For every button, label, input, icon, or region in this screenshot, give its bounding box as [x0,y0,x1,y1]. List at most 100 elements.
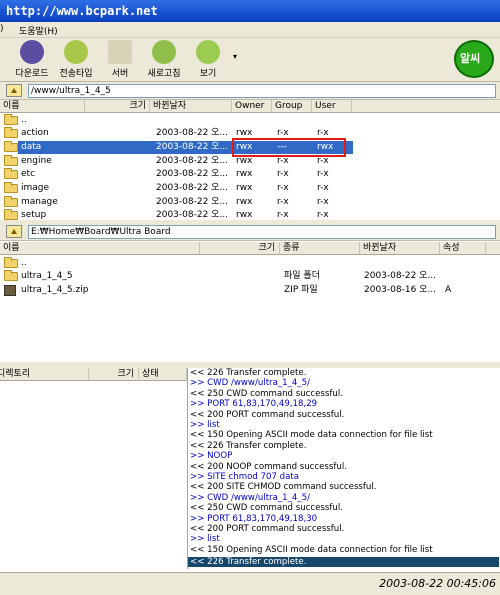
zip-file-icon [4,285,16,296]
folder-icon [4,114,18,125]
log-line-selected: << 226 Transfer complete. [188,557,499,568]
file-date: 2003-08-22 오... [156,197,229,207]
local-file-row[interactable]: ultra_1_4_5.zip ZIP 파일 2003-08-16 오... A [0,284,500,297]
log-line: << 226 Transfer complete. [190,368,307,378]
log-line: << 150 Opening ASCII mode data connectio… [190,430,433,441]
remote-col-size[interactable]: 크기 [85,100,150,113]
local-list-header: 이름 크기 종류 바뀐날자 속성 [0,242,500,255]
folder-icon [4,127,18,138]
toolbar: 다운로드 전송타입 서버 새로고침 보기 ▾ [0,38,500,82]
file-group-perm: r-x [277,183,289,193]
download-label: 다운로드 [15,69,49,79]
transfer-type-label: 전송타입 [59,69,93,79]
local-up-folder-icon[interactable] [6,225,22,238]
logo-text: 알씨 [460,52,481,65]
remote-col-name[interactable]: 이름 [0,100,85,113]
view-icon [196,40,220,64]
file-date: 2003-08-22 오... [156,128,229,138]
file-name: engine [21,156,52,166]
file-name: setup [21,210,47,220]
folder-icon [4,182,18,193]
remote-col-user[interactable]: User [312,100,352,113]
remote-up-folder-icon[interactable] [6,84,22,97]
file-user-perm: r-x [317,210,329,220]
local-col-type[interactable]: 종류 [280,242,360,255]
window-title: http://www.bcpark.net [6,4,158,18]
queue-col-status[interactable]: 상태 [139,368,187,381]
menu-bar: ) 도움말(H) [0,22,500,38]
menu-partial[interactable]: ) [0,24,4,34]
folder-icon [4,168,18,179]
local-col-name[interactable]: 이름 [0,242,200,255]
local-path-input[interactable]: E:₩Home₩Board₩Ultra Board [28,225,496,239]
ftp-log[interactable]: << 226 Transfer complete. >> CWD /www/ul… [187,368,500,569]
download-icon [20,40,44,64]
log-line: >> PORT 61,83,170,49,18,30 [190,513,318,524]
refresh-button[interactable]: 새로고침 [142,40,186,80]
file-type: 파일 폴더 [284,271,320,281]
remote-col-date[interactable]: 바뀐날자 [150,100,232,113]
view-button[interactable]: 보기 [186,40,230,80]
log-line: >> list [190,534,220,545]
file-date: 2003-08-22 오... [156,169,229,179]
queue-list[interactable] [0,381,187,569]
file-date: 2003-08-22 오... [156,210,229,220]
file-name: ultra_1_4_5.zip [21,285,89,295]
folder-icon [4,209,18,220]
file-name: action [21,128,49,138]
title-bar: http://www.bcpark.net [0,0,500,22]
queue-col-dir[interactable]: 디렉토리 [0,368,89,381]
local-col-attr[interactable]: 속성 [440,242,486,255]
log-line: << 150 Opening ASCII mode data connectio… [190,544,433,555]
file-group-perm: r-x [277,169,289,179]
view-label: 보기 [199,69,217,79]
server-icon [108,40,132,64]
file-date: 2003-08-22 오... [364,271,437,281]
queue-col-size[interactable]: 크기 [89,368,139,381]
server-button[interactable]: 서버 [98,40,142,80]
file-name: etc [21,169,36,179]
file-name: ultra_1_4_5 [21,271,73,281]
remote-file-row[interactable]: etc 2003-08-22 오... rwx r-x r-x [0,168,500,181]
log-line: << 226 Transfer complete. [190,440,307,451]
queue-list-header: 디렉토리 크기 상태 [0,368,187,381]
remote-file-row[interactable]: manage 2003-08-22 오... rwx r-x r-x [0,196,500,209]
folder-icon [4,257,18,268]
remote-file-row[interactable]: image 2003-08-22 오... rwx r-x r-x [0,182,500,195]
log-line: >> CWD /www/ultra_1_4_5/ [190,378,311,389]
folder-icon [4,155,18,166]
file-owner-perm: rwx [236,183,253,193]
view-dropdown-arrow[interactable]: ▾ [233,52,237,61]
file-attr: A [445,285,452,295]
local-file-row[interactable]: .. [0,257,500,270]
local-col-size[interactable]: 크기 [200,242,280,255]
file-date: 2003-08-22 오... [156,142,229,152]
file-name: .. [21,258,27,268]
file-owner-perm: rwx [236,210,253,220]
file-name: image [21,183,50,193]
remote-col-group[interactable]: Group [272,100,312,113]
menu-help[interactable]: 도움말(H) [19,24,58,37]
remote-file-row[interactable]: setup 2003-08-22 오... rwx r-x r-x [0,209,500,220]
server-label: 서버 [111,69,129,79]
file-user-perm: r-x [317,169,329,179]
log-line: >> SITE chmod 707 data [190,472,300,482]
log-line: << 200 PORT command successful. [190,409,345,420]
app-logo: 알씨 [448,38,500,82]
remote-path-input[interactable]: /www/ultra_1_4_5 [28,84,496,98]
remote-file-row[interactable]: .. [0,114,500,127]
file-name: manage [21,197,58,207]
remote-path-bar: /www/ultra_1_4_5 [0,82,500,100]
transfer-type-icon [64,40,88,64]
local-col-date[interactable]: 바뀐날자 [360,242,440,255]
log-line: << 200 PORT command successful. [190,524,345,534]
file-type: ZIP 파일 [284,285,318,295]
local-file-row[interactable]: ultra_1_4_5 파일 폴더 2003-08-22 오... [0,270,500,283]
remote-col-owner[interactable]: Owner [232,100,272,113]
download-button[interactable]: 다운로드 [10,40,54,80]
file-group-perm: r-x [277,197,289,207]
log-line: >> PORT 61,83,170,49,18,29 [190,399,318,410]
transfer-type-button[interactable]: 전송타입 [54,40,98,80]
permission-highlight-box [232,138,346,157]
log-line: << 200 NOOP command successful. [190,461,347,472]
